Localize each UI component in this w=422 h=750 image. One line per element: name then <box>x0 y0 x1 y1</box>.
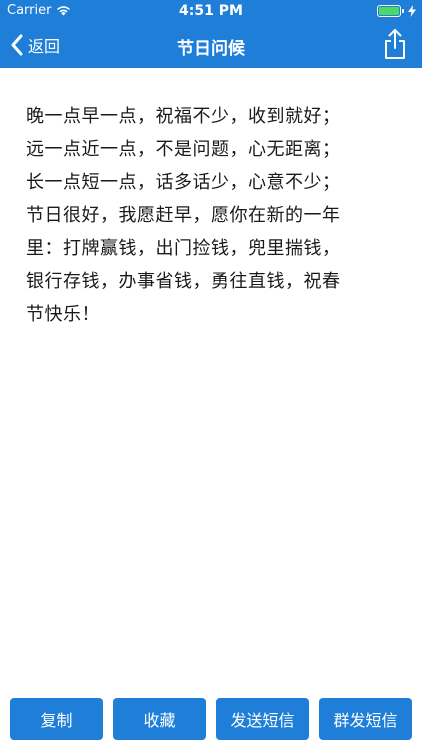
message-line: 长一点短一点，话多话少，心意不少； <box>26 172 341 193</box>
greeting-message: 晚一点早一点，祝福不少，收到就好； 远一点近一点，不是问题，心无距离； 长一点短… <box>26 100 398 331</box>
action-bar: 复制 收藏 发送短信 群发短信 <box>0 698 422 742</box>
battery-group <box>377 5 416 17</box>
send-sms-button[interactable]: 发送短信 <box>216 698 309 740</box>
copy-button[interactable]: 复制 <box>10 698 103 740</box>
share-icon <box>385 29 405 59</box>
battery-level <box>379 7 399 15</box>
battery-icon <box>377 5 404 17</box>
share-button[interactable] <box>380 27 410 61</box>
message-line: 银行存钱，办事省钱，勇往直钱，祝春 <box>26 271 341 292</box>
message-line: 远一点近一点，不是问题，心无距离； <box>26 139 341 160</box>
status-bar: Carrier 4:51 PM <box>0 0 422 22</box>
charging-bolt-icon <box>408 5 416 17</box>
status-time: 4:51 PM <box>179 3 243 19</box>
top-bar: Carrier 4:51 PM 返回 节日问候 <box>0 0 422 68</box>
message-line: 里：打牌赢钱，出门捡钱，兜里揣钱， <box>26 238 341 259</box>
message-line: 晚一点早一点，祝福不少，收到就好； <box>26 106 341 127</box>
message-line: 节日很好，我愿赶早，愿你在新的一年 <box>26 205 341 226</box>
navigation-bar: 返回 节日问候 <box>0 22 422 68</box>
favorite-button[interactable]: 收藏 <box>113 698 206 740</box>
message-line: 节快乐！ <box>26 304 100 325</box>
group-sms-button[interactable]: 群发短信 <box>319 698 412 740</box>
page-title: 节日问候 <box>177 39 245 59</box>
